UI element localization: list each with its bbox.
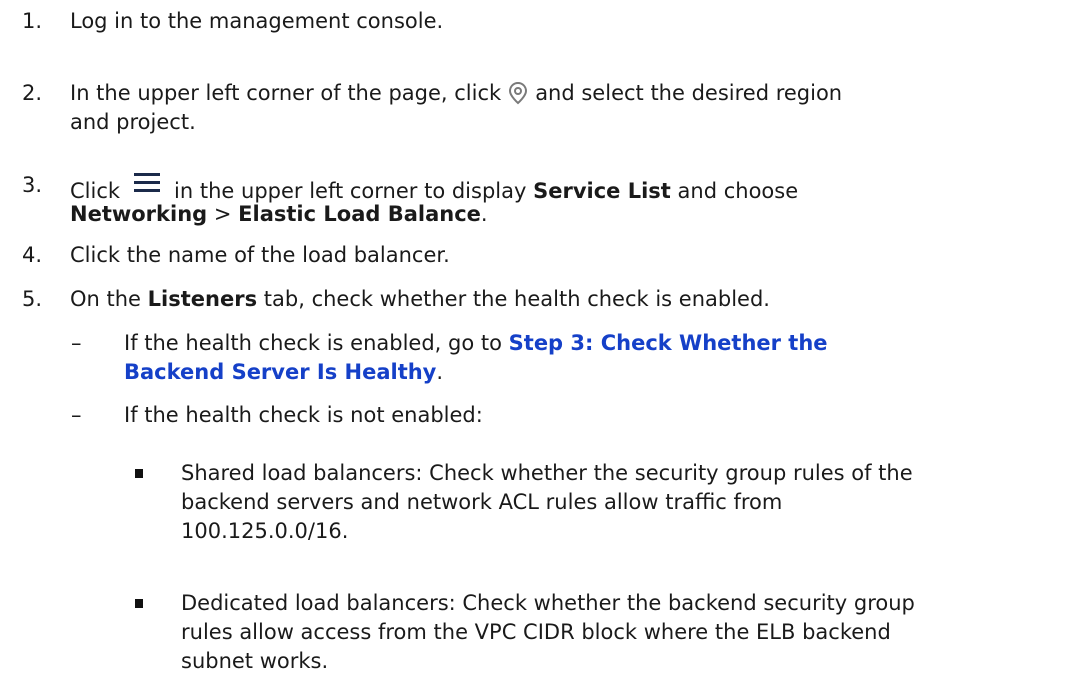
step-3-link-cont[interactable]: Backend Server Is Healthy — [124, 360, 436, 384]
bullet-text-line1: Dedicated load balancers: Check whether … — [181, 591, 915, 615]
step-number: 5. — [22, 287, 43, 311]
sub-item-text: If the health check is not enabled: — [124, 403, 483, 427]
step-3-link[interactable]: Step 3: Check Whether the — [509, 331, 828, 355]
dash-marker: – — [71, 331, 82, 355]
square-bullet-icon — [135, 469, 143, 478]
step-number: 1. — [22, 9, 43, 33]
document-page: 1. Log in to the management console. 2. … — [0, 0, 1076, 700]
step-text: In the upper left corner of the page, cl… — [70, 80, 842, 112]
bullet-text-line2: backend servers and network ACL rules al… — [181, 490, 783, 514]
step-number: 4. — [22, 243, 43, 267]
bullet-text-line2: rules allow access from the VPC CIDR blo… — [181, 620, 891, 644]
bullet-text-line3: subnet works. — [181, 649, 329, 673]
square-bullet-icon — [135, 599, 143, 608]
menu-hamburger-icon — [134, 172, 161, 201]
step-number: 2. — [22, 81, 43, 105]
location-pin-icon — [507, 81, 529, 112]
dash-marker: – — [71, 403, 82, 427]
bullet-text-line3: 100.125.0.0/16. — [181, 519, 349, 543]
step-text-line2: Networking > Elastic Load Balance. — [70, 202, 488, 226]
bullet-text-line1: Shared load balancers: Check whether the… — [181, 461, 913, 485]
sub-item-text-line2: Backend Server Is Healthy. — [124, 360, 444, 384]
step-text: Log in to the management console. — [70, 9, 444, 33]
step-text-line2: and project. — [70, 110, 196, 134]
sub-item-text: If the health check is enabled, go to St… — [124, 331, 828, 355]
step-text: Click the name of the load balancer. — [70, 243, 450, 267]
step-text: On the Listeners tab, check whether the … — [70, 287, 770, 311]
step-number: 3. — [22, 173, 43, 197]
